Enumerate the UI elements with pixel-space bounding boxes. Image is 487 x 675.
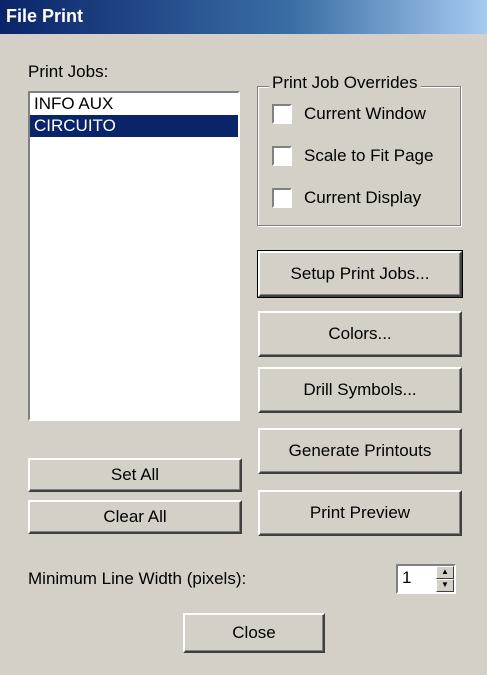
list-item-info-aux[interactable]: INFO AUX <box>30 93 238 115</box>
print-jobs-list[interactable]: INFO AUX CIRCUITO <box>28 91 240 421</box>
list-item-circuito[interactable]: CIRCUITO <box>30 115 238 137</box>
clear-all-button[interactable]: Clear All <box>28 500 242 534</box>
min-line-width-value[interactable]: 1 <box>398 568 411 587</box>
colors-button[interactable]: Colors... <box>258 311 462 357</box>
current-window-checkbox[interactable]: Current Window <box>272 104 426 124</box>
title-bar: File Print <box>0 0 487 34</box>
close-button[interactable]: Close <box>183 613 325 653</box>
window-title: File Print <box>6 6 84 26</box>
generate-printouts-button[interactable]: Generate Printouts <box>258 428 462 474</box>
min-line-width-label: Minimum Line Width (pixels): <box>28 569 247 588</box>
scale-to-fit-page-checkbox[interactable]: Scale to Fit Page <box>272 146 433 166</box>
set-all-button[interactable]: Set All <box>28 458 242 492</box>
drill-symbols-button[interactable]: Drill Symbols... <box>258 367 462 413</box>
print-jobs-label: Print Jobs: <box>28 62 109 81</box>
current-display-checkbox[interactable]: Current Display <box>272 188 421 208</box>
checkbox-box[interactable] <box>272 146 292 166</box>
current-display-label: Current Display <box>304 188 422 207</box>
min-line-width-spinner[interactable]: 1 ▲ ▼ <box>396 564 456 594</box>
checkbox-box[interactable] <box>272 104 292 124</box>
spin-up-arrow-icon[interactable]: ▲ <box>436 566 454 579</box>
spin-down-arrow-icon[interactable]: ▼ <box>436 579 454 592</box>
current-window-label: Current Window <box>304 104 426 123</box>
checkbox-box[interactable] <box>272 188 292 208</box>
print-preview-button[interactable]: Print Preview <box>258 490 462 536</box>
print-job-overrides-legend: Print Job Overrides <box>269 73 421 93</box>
scale-to-fit-page-label: Scale to Fit Page <box>304 146 434 165</box>
setup-print-jobs-button[interactable]: Setup Print Jobs... <box>257 250 463 298</box>
